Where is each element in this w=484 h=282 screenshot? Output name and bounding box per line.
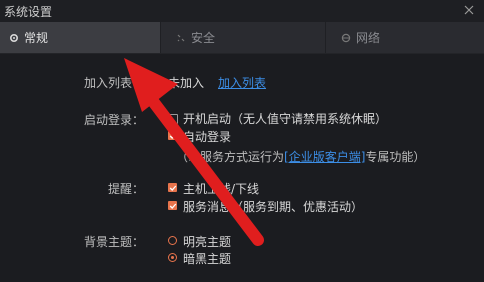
red-arrow-annotation xyxy=(124,58,264,246)
